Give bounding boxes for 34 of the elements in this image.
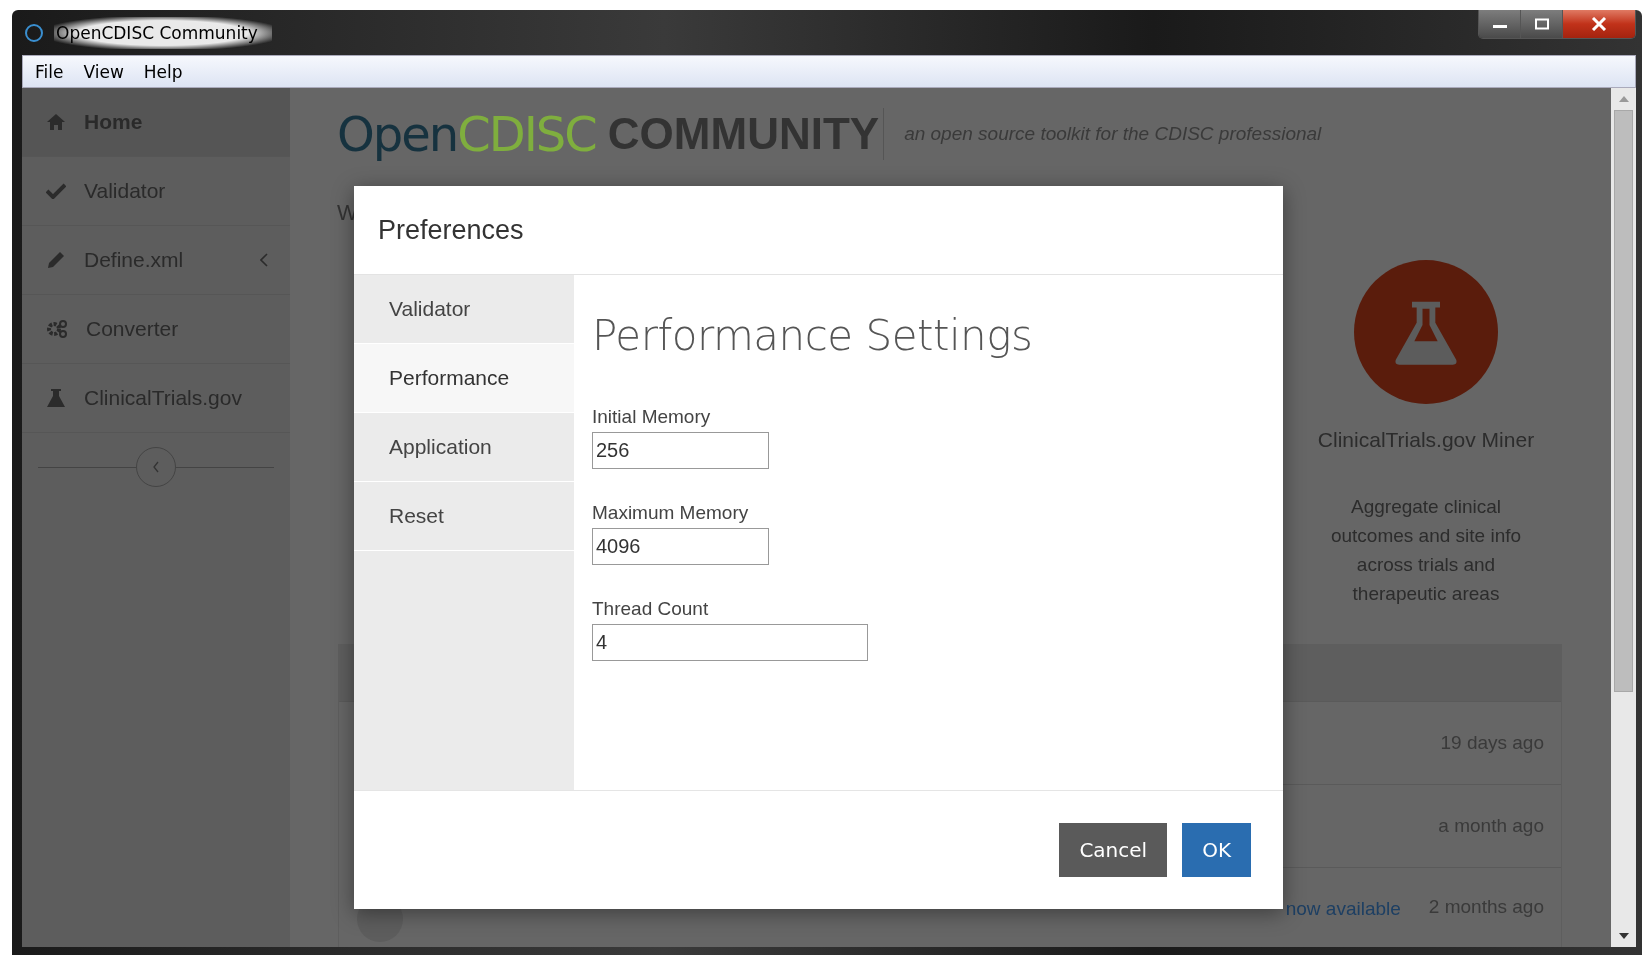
preferences-tab[interactable]: Performance — [354, 344, 574, 413]
gears-icon — [46, 319, 68, 339]
close-button[interactable] — [1563, 10, 1635, 38]
scroll-down-icon[interactable] — [1618, 933, 1629, 939]
menu-item[interactable]: Help — [143, 61, 183, 82]
section-heading: Performance Settings — [592, 311, 1033, 360]
check-icon — [46, 183, 66, 199]
dialog-title: Preferences — [378, 214, 524, 246]
field-label: Thread Count — [592, 598, 710, 620]
menu-item[interactable]: View — [83, 61, 124, 82]
feature-description: Aggregate clinical outcomes and site info across trials and therapeutic areas — [1329, 495, 1523, 606]
scrollbar[interactable] — [1611, 88, 1636, 947]
cancel-button[interactable]: Cancel — [1059, 823, 1168, 877]
input-field[interactable]: 4 — [592, 624, 868, 661]
scroll-thumb[interactable] — [1614, 110, 1633, 692]
menu-item[interactable]: File — [35, 61, 64, 82]
field-label: Maximum Memory — [592, 502, 750, 524]
preferences-tab[interactable]: Application — [354, 413, 574, 482]
close-icon — [1591, 17, 1607, 31]
chevron-left-icon — [152, 461, 160, 473]
minimize-button[interactable] — [1479, 10, 1521, 38]
app-icon — [24, 22, 44, 43]
input-field[interactable]: 4096 — [592, 528, 769, 565]
maximize-button[interactable] — [1521, 10, 1563, 38]
maximize-icon — [1533, 18, 1550, 30]
home-icon — [46, 113, 66, 131]
field-label: Initial Memory — [592, 406, 712, 428]
window-title: OpenCDISC Community — [54, 16, 272, 49]
input-field[interactable]: 256 — [592, 432, 769, 469]
pencil-icon — [46, 250, 66, 270]
preferences-tab[interactable]: Reset — [354, 482, 574, 551]
feature-title: ClinicalTrials.gov Miner — [1317, 428, 1535, 452]
ok-button[interactable]: OK — [1182, 823, 1251, 877]
flask-icon — [46, 388, 66, 408]
